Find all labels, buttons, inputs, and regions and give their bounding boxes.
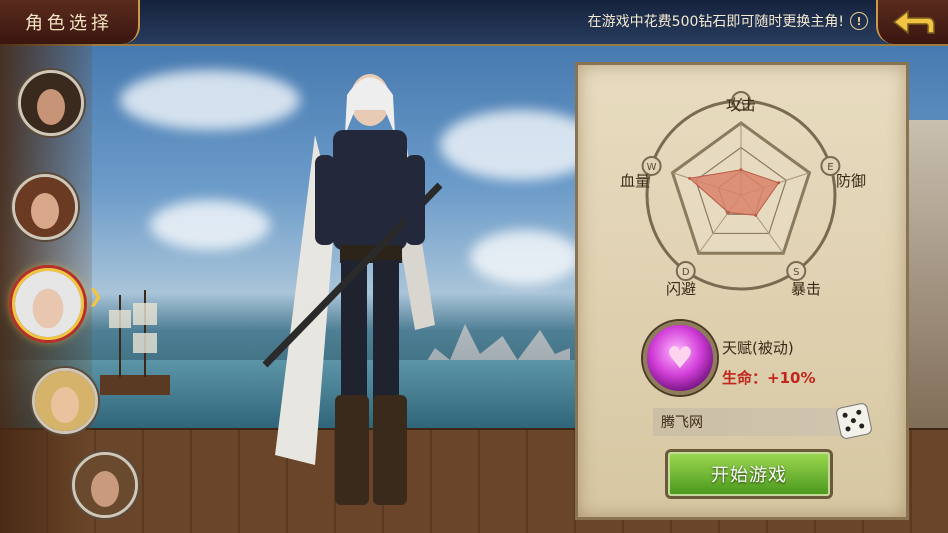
portrait-3-selected[interactable] [12,268,84,340]
portrait-1[interactable] [18,70,84,136]
portrait-2[interactable] [12,174,78,240]
start-game-button[interactable]: 开始游戏 [668,452,830,496]
radar-data-point [688,176,692,180]
back-arrow-icon [892,9,935,35]
harbor-buildings [905,120,948,440]
exclamation-icon[interactable]: ! [850,12,868,30]
sailing-ship [100,290,170,395]
character-name-input[interactable] [653,408,843,436]
selected-hero-figure [262,74,443,505]
radar-data-point [726,210,730,214]
dice-icon[interactable] [835,402,873,440]
axis-label-crit: 暴击 [791,280,822,298]
axis-label-hp: 血量 [620,172,651,190]
radar-axis-badge-letter: S [793,267,799,278]
radar-axis-badge-letter: D [682,267,690,278]
talent-stat: 生命：+10% [722,369,816,387]
radar-axis-badge-letter: E [827,162,833,173]
cloud [470,230,580,285]
cloud [150,200,270,250]
radar-data-point [777,181,781,185]
white-haired-character-face [15,271,81,337]
portrait-4[interactable] [32,368,98,434]
selection-arrow-icon: ❯ [88,286,104,307]
axis-label-attack: 攻击 [726,96,757,114]
female-character-face [15,177,75,237]
heart-icon[interactable]: ♥ [643,321,717,395]
notice-banner: 在游戏中花费500钻石即可随时更换主角! ! [588,11,868,31]
notice-text: 在游戏中花费500钻石即可随时更换主角! [587,14,844,30]
back-button[interactable] [876,0,948,44]
blonde-character-face [35,371,95,431]
bearded-character-face [75,455,135,515]
axis-label-dodge: 闪避 [666,280,697,298]
radar-data-point [739,168,743,172]
radar-data-point [754,213,758,217]
axis-label-defense: 防御 [836,172,867,190]
portrait-5[interactable] [72,452,138,518]
talent-title: 天赋(被动) [722,339,794,357]
male-character-face [21,73,81,133]
page-title: 角色选择 [0,0,140,44]
character-stats-panel: AESDW 攻击 防御 暴击 闪避 血量 ♥ 天赋(被动) 生命：+10% 开始… [575,62,909,520]
